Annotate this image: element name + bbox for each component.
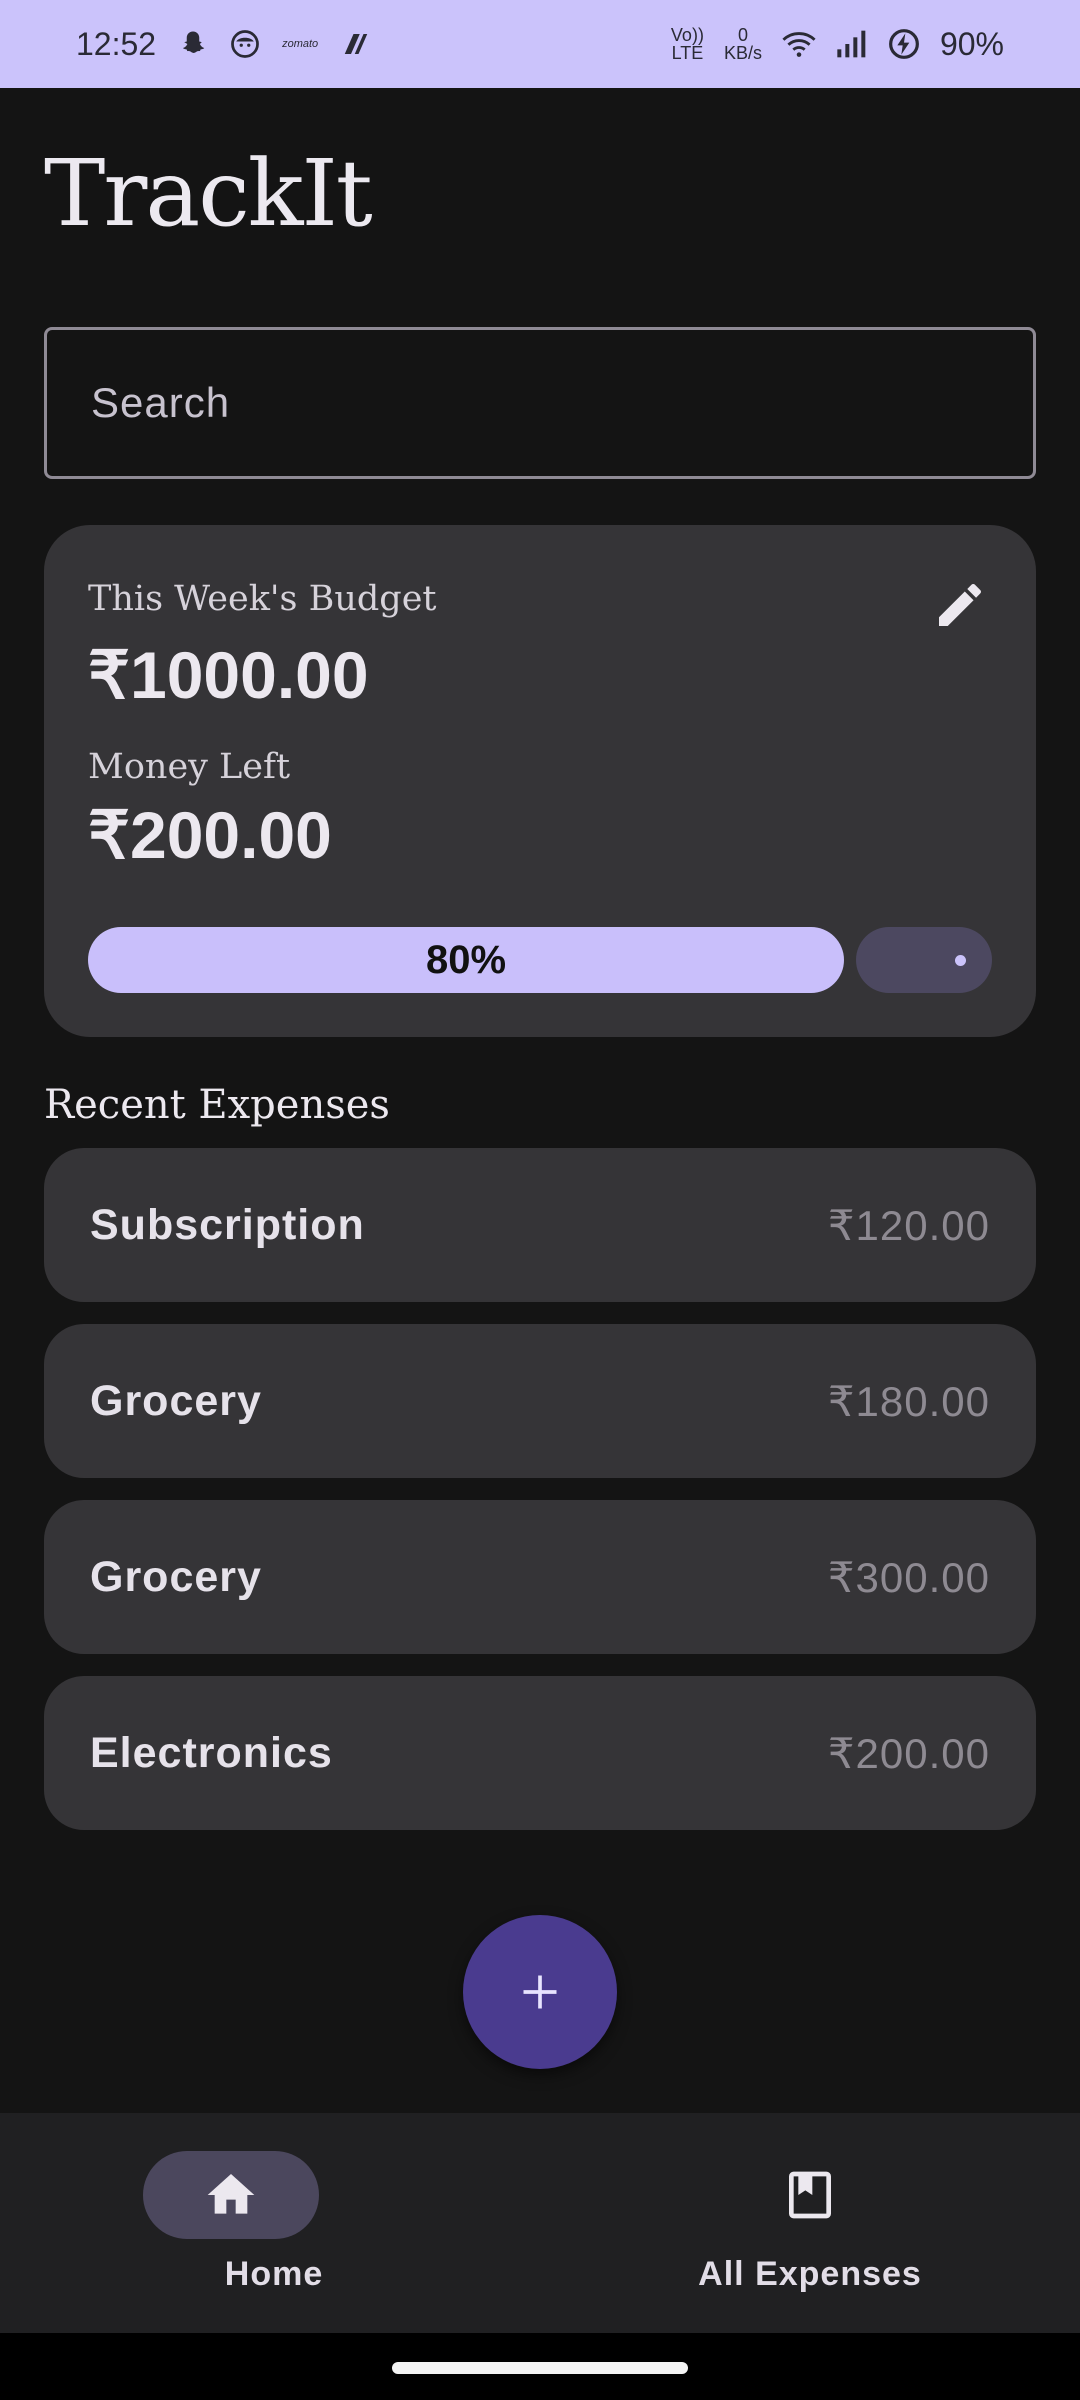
- bottom-navigation: Home All Expenses: [0, 2113, 1080, 2333]
- app-icon: [340, 29, 372, 59]
- gesture-handle[interactable]: [392, 2362, 688, 2374]
- edit-budget-button[interactable]: [928, 573, 992, 637]
- budget-card: This Week's Budget ₹1000.00 Money Left ₹…: [44, 525, 1036, 1037]
- expense-name: Grocery: [90, 1376, 262, 1425]
- wifi-icon: [782, 29, 816, 59]
- signal-icon: [836, 29, 868, 59]
- expense-name: Electronics: [90, 1728, 333, 1777]
- network-speed: 0 KB/s: [723, 25, 762, 63]
- pencil-icon: [939, 583, 982, 626]
- expense-name: Subscription: [90, 1200, 365, 1249]
- search-placeholder: Search: [91, 379, 231, 426]
- status-bar: 12:52 zomato Vo)) LTE 0 KB/s 90%: [0, 0, 1080, 88]
- expense-item[interactable]: Subscription ₹120.00: [44, 1148, 1036, 1302]
- budget-progress-remaining: [856, 927, 992, 993]
- expense-name: Grocery: [90, 1552, 262, 1601]
- add-expense-button[interactable]: [463, 1915, 617, 2069]
- volte-icon: Vo)) LTE: [670, 25, 704, 63]
- expense-item[interactable]: Grocery ₹180.00: [44, 1324, 1036, 1478]
- zomato-icon: zomato: [282, 38, 319, 50]
- expense-amount: ₹200.00: [827, 1729, 990, 1777]
- status-time: 12:52: [76, 25, 157, 62]
- recent-expenses-title: Recent Expenses: [44, 1082, 390, 1128]
- nav-active-indicator: [143, 2151, 319, 2239]
- expense-amount: ₹180.00: [827, 1377, 990, 1425]
- bookmark-icon: [789, 2171, 831, 2219]
- budget-progress-bar: 80%: [88, 927, 844, 993]
- nav-label-all-expenses: All Expenses: [698, 2255, 922, 2293]
- battery-charging-icon: [888, 28, 920, 60]
- search-input[interactable]: Search: [44, 327, 1036, 479]
- expense-item[interactable]: Electronics ₹200.00: [44, 1676, 1036, 1830]
- money-left-amount: ₹200.00: [88, 798, 332, 872]
- gesture-area: [0, 2333, 1080, 2400]
- battery-level: 90%: [939, 25, 1004, 62]
- home-icon: [207, 2174, 255, 2214]
- nav-item-home[interactable]: Home: [0, 2113, 540, 2333]
- expense-amount: ₹300.00: [827, 1553, 990, 1601]
- money-left-label: Money Left: [88, 747, 291, 787]
- plus-icon: [523, 1975, 557, 2009]
- snapchat-icon: [178, 29, 208, 59]
- progress-end-dot: [955, 955, 966, 966]
- nav-label-home: Home: [224, 2255, 324, 2293]
- budget-progress-text: 80%: [425, 937, 507, 982]
- expense-amount: ₹120.00: [827, 1201, 990, 1249]
- expense-item[interactable]: Grocery ₹300.00: [44, 1500, 1036, 1654]
- app-title: TrackIt: [44, 140, 373, 247]
- budget-label: This Week's Budget: [88, 579, 437, 619]
- nav-item-all-expenses[interactable]: All Expenses: [540, 2113, 1080, 2333]
- budget-amount: ₹1000.00: [88, 638, 369, 712]
- face-icon: [230, 29, 260, 59]
